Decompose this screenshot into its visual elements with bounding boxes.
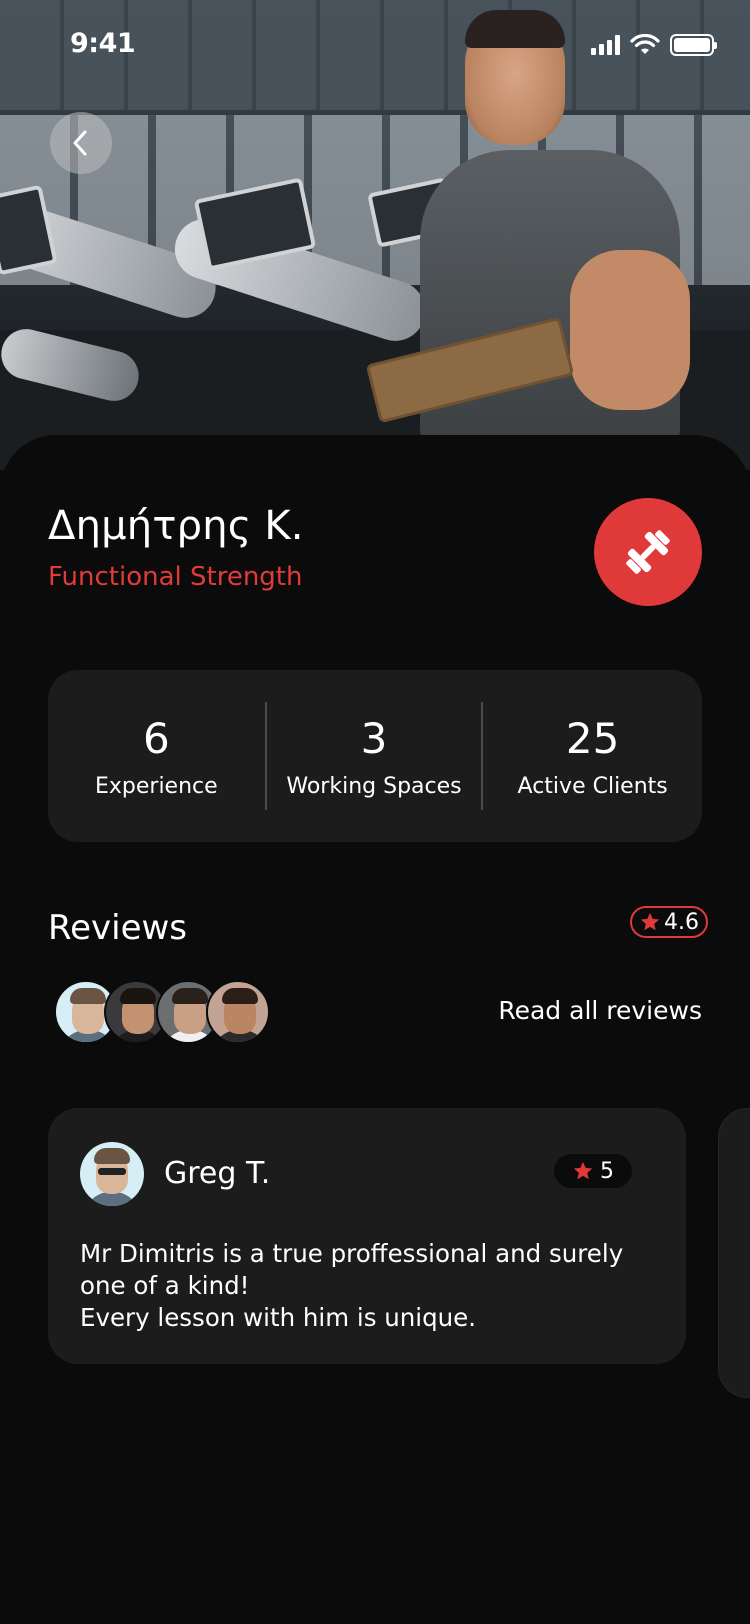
avatar [206,980,270,1044]
stat-working-spaces: 3 Working Spaces [267,701,482,811]
stat-label: Experience [94,773,218,799]
review-card[interactable]: Greg T. 5 Mr Dimitris is a true proffess… [48,1108,686,1364]
review-rating-value: 5 [600,1158,614,1184]
dumbbell-icon [626,530,670,574]
stat-active-clients: 25 Active Clients [483,701,702,811]
back-button[interactable] [50,112,112,174]
stat-value: 25 [565,713,620,763]
specialty-badge[interactable] [594,498,702,606]
stat-value: 6 [142,713,170,763]
stat-experience: 6 Experience [48,701,265,811]
review-card-next[interactable] [718,1108,750,1398]
stat-label: Active Clients [517,773,668,799]
stats-card: 6 Experience 3 Working Spaces 25 Active … [48,670,702,842]
stat-label: Working Spaces [286,773,462,799]
battery-icon [670,34,717,56]
status-bar: 9:41 [0,0,750,92]
review-text: Mr Dimitris is a true proffessional and … [80,1239,624,1332]
trainer-name: Δημήτρης Κ. [48,503,304,549]
read-all-reviews-link[interactable]: Read all reviews [498,996,702,1025]
average-rating-value: 4.6 [664,909,699,935]
reviews-title: Reviews [48,908,188,948]
chevron-left-icon [73,130,87,156]
trainer-specialty: Functional Strength [48,562,303,592]
trainer-arm [570,250,690,410]
avatar [80,1142,144,1206]
review-author: Greg T. [164,1156,271,1191]
reviewer-avatars[interactable] [54,980,274,1044]
wifi-icon [630,34,660,54]
star-icon [573,1161,593,1180]
stat-value: 3 [360,713,388,763]
review-rating-badge: 5 [554,1154,632,1188]
status-icons [591,34,717,56]
average-rating-badge: 4.6 [630,906,708,938]
star-icon [640,912,660,931]
cellular-signal-icon [591,35,620,55]
status-time: 9:41 [70,28,136,59]
